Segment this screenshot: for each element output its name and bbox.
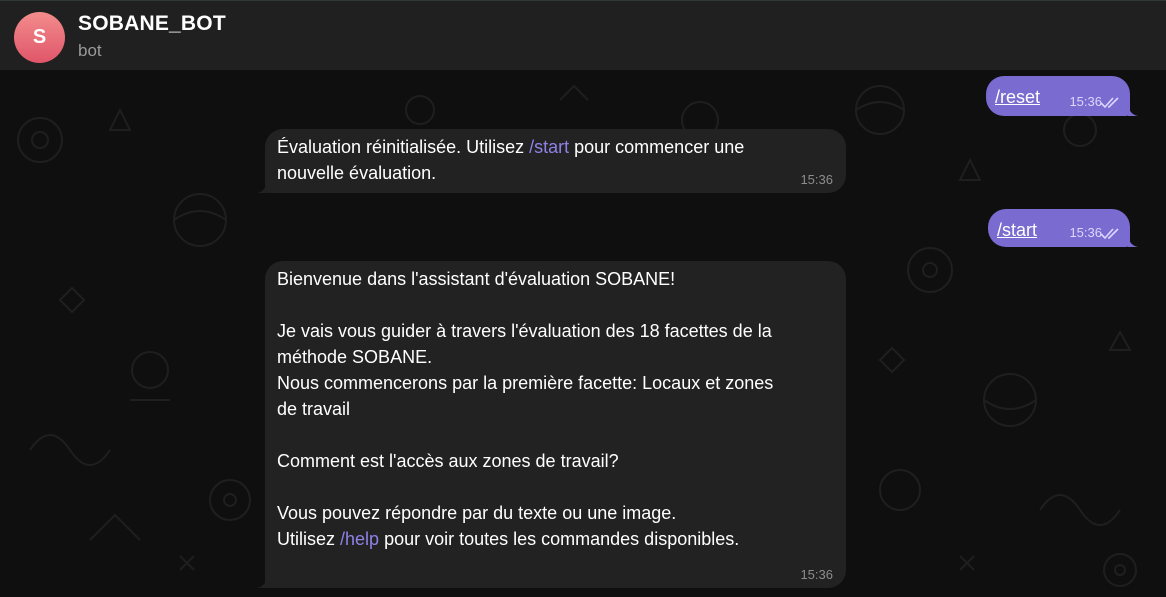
- message-text: Évaluation réinitialisée. Utilisez /star…: [277, 134, 800, 160]
- message-text-part: Utilisez: [277, 529, 341, 549]
- message-time: 15:36: [800, 567, 833, 582]
- incoming-message[interactable]: Bienvenue dans l'assistant d'évaluation …: [257, 261, 846, 588]
- double-check-icon: [1100, 97, 1119, 109]
- message-text-part: pour commencer une: [569, 137, 745, 157]
- message-paragraph: Bienvenue dans l'assistant d'évaluation …: [277, 269, 676, 289]
- bubble-tail: [1128, 233, 1138, 247]
- bot-avatar[interactable]: S: [14, 12, 65, 63]
- message-text-line: Vous pouvez répondre par du texte ou une…: [277, 503, 677, 523]
- message-text-part: Évaluation réinitialisée. Utilisez: [277, 137, 530, 157]
- bubble-tail: [1128, 102, 1138, 116]
- outgoing-message[interactable]: /start 15:36: [988, 209, 1138, 247]
- message-text-line: Je vais vous guider à travers l'évaluati…: [277, 321, 772, 341]
- message-time: 15:36: [800, 172, 833, 187]
- incoming-message[interactable]: Évaluation réinitialisée. Utilisez /star…: [257, 129, 846, 193]
- message-time: 15:36: [1069, 225, 1102, 240]
- message-text-line: nouvelle évaluation.: [277, 163, 437, 183]
- command-link-help[interactable]: /help: [340, 529, 379, 549]
- chat-header[interactable]: S SOBANE_BOT bot: [0, 0, 1166, 70]
- command-link-reset[interactable]: /reset: [995, 87, 1040, 107]
- command-link-start[interactable]: /start: [997, 220, 1037, 240]
- bubble-tail: [257, 574, 267, 588]
- message-text-line: Utilisez /help pour voir toutes les comm…: [277, 526, 800, 552]
- outgoing-message[interactable]: /reset 15:36: [986, 76, 1138, 116]
- message-text-line: Nous commencerons par la première facett…: [277, 373, 774, 393]
- message-text-line: de travail: [277, 399, 351, 419]
- telegram-chat-window: S SOBANE_BOT bot /reset 15:36 Évaluation…: [0, 0, 1166, 597]
- message-time: 15:36: [1069, 94, 1102, 109]
- command-link-start[interactable]: /start: [529, 137, 569, 157]
- message-question: Comment est l'accès aux zones de travail…: [277, 451, 619, 471]
- message-text-line: méthode SOBANE.: [277, 347, 433, 367]
- chat-title[interactable]: SOBANE_BOT: [78, 12, 226, 36]
- bubble-tail: [257, 179, 267, 193]
- chat-status: bot: [78, 41, 102, 60]
- double-check-icon: [1100, 228, 1119, 240]
- message-text-part: pour voir toutes les commandes disponibl…: [379, 529, 740, 549]
